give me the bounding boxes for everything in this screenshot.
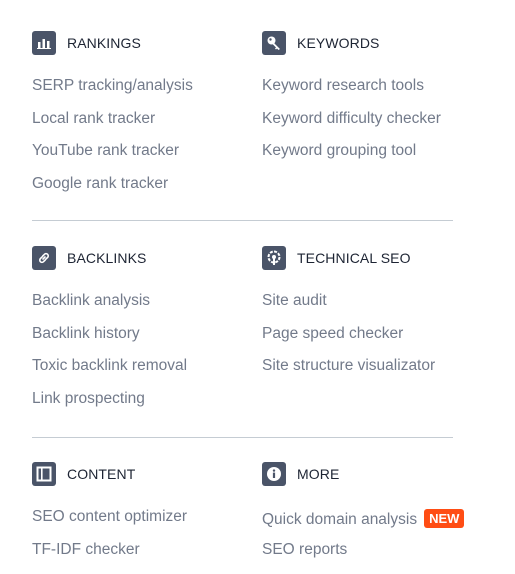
- rankings-column: RANKINGS SERP tracking/analysis Local ra…: [32, 30, 262, 208]
- technical-seo-title: TECHNICAL SEO: [297, 250, 411, 266]
- link-keyword-grouping[interactable]: Keyword grouping tool: [262, 143, 492, 176]
- link-site-structure-visualizator[interactable]: Site structure visualizator: [262, 358, 492, 391]
- link-toxic-backlink-removal[interactable]: Toxic backlink removal: [32, 358, 262, 391]
- link-youtube-rank-tracker[interactable]: YouTube rank tracker: [32, 143, 262, 176]
- link-link-prospecting[interactable]: Link prospecting: [32, 391, 262, 424]
- more-title: MORE: [297, 466, 339, 482]
- link-keyword-research[interactable]: Keyword research tools: [262, 78, 492, 111]
- info-icon: [262, 462, 286, 486]
- link-google-rank-tracker[interactable]: Google rank tracker: [32, 176, 262, 209]
- content-heading: CONTENT: [32, 461, 262, 487]
- divider: [32, 437, 453, 438]
- rankings-heading: RANKINGS: [32, 30, 262, 56]
- rankings-title: RANKINGS: [67, 35, 141, 51]
- link-keyword-difficulty[interactable]: Keyword difficulty checker: [262, 111, 492, 144]
- link-local-rank-tracker[interactable]: Local rank tracker: [32, 111, 262, 144]
- backlinks-heading: BACKLINKS: [32, 245, 262, 271]
- more-column: MORE Quick domain analysisNEW SEO report…: [262, 461, 492, 574]
- bar-chart-icon: [32, 31, 56, 55]
- link-quick-domain-analysis[interactable]: Quick domain analysis NEW: [262, 509, 492, 542]
- link-serp-tracking[interactable]: SERP tracking/analysis: [32, 78, 262, 111]
- link-seo-content-optimizer[interactable]: SEO content optimizer: [32, 509, 262, 542]
- link-backlink-analysis[interactable]: Backlink analysis: [32, 293, 262, 326]
- new-badge: NEW: [424, 509, 464, 528]
- gear-wrench-icon: [262, 246, 286, 270]
- keywords-heading: KEYWORDS: [262, 30, 492, 56]
- key-icon: [262, 31, 286, 55]
- more-heading: MORE: [262, 461, 492, 487]
- content-title: CONTENT: [67, 466, 135, 482]
- backlinks-title: BACKLINKS: [67, 250, 147, 266]
- technical-seo-heading: TECHNICAL SEO: [262, 245, 492, 271]
- keywords-column: KEYWORDS Keyword research tools Keyword …: [262, 30, 492, 176]
- link-icon: [32, 246, 56, 270]
- content-column: CONTENT SEO content optimizer TF-IDF che…: [32, 461, 262, 574]
- link-backlink-history[interactable]: Backlink history: [32, 326, 262, 359]
- quick-domain-analysis-label: Quick domain analysis: [262, 511, 417, 528]
- backlinks-column: BACKLINKS Backlink analysis Backlink his…: [32, 245, 262, 423]
- link-page-speed-checker[interactable]: Page speed checker: [262, 326, 492, 359]
- link-site-audit[interactable]: Site audit: [262, 293, 492, 326]
- technical-seo-column: TECHNICAL SEO Site audit Page speed chec…: [262, 245, 492, 391]
- layout-icon: [32, 462, 56, 486]
- keywords-title: KEYWORDS: [297, 35, 379, 51]
- divider: [32, 220, 453, 221]
